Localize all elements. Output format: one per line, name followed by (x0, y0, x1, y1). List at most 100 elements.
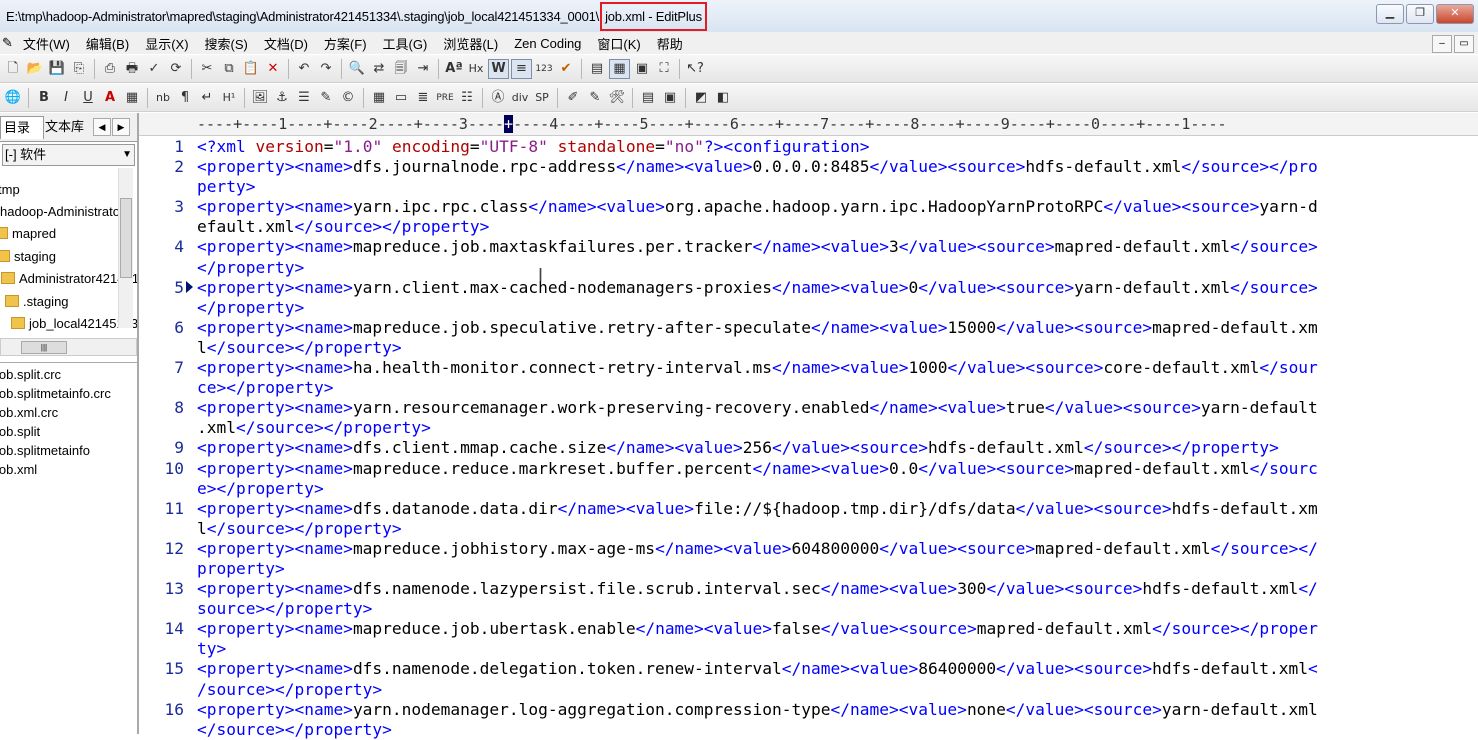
tab-scroll-left-icon[interactable]: ◀ (93, 118, 111, 136)
doc-restore-button[interactable]: ▭ (1454, 35, 1474, 53)
save-icon[interactable]: 💾 (47, 59, 67, 79)
code-line[interactable]: l</source></property> (139, 519, 1478, 539)
code-line[interactable]: 13 <property><name>dfs.namenode.lazypersi… (139, 579, 1478, 599)
menu-item[interactable]: 搜索(S) (197, 34, 256, 53)
table-icon[interactable]: ▦ (369, 88, 389, 108)
menu-item[interactable]: 帮助 (649, 34, 691, 53)
tree-horizontal-scrollbar[interactable]: ||| (0, 338, 137, 356)
cliptext-window-icon[interactable]: ▦ (609, 58, 630, 79)
close-button[interactable]: ✕ (1436, 4, 1474, 24)
center-icon[interactable]: ≣ (413, 88, 433, 108)
code-line[interactable]: ce></property> (139, 378, 1478, 398)
editor-pane[interactable]: ----+----1----+----2----+----3----+----4… (139, 113, 1478, 739)
color-grid-icon[interactable]: ▦ (122, 88, 142, 108)
tab-directory[interactable]: 目录 (0, 116, 44, 139)
word-wrap-icon[interactable]: W (488, 58, 509, 79)
file-item[interactable]: job.split (0, 422, 137, 441)
code-line[interactable]: 4 <property><name>mapreduce.job.maxtaskfa… (139, 237, 1478, 257)
cut-icon[interactable]: ✂ (197, 59, 217, 79)
div-icon[interactable]: div (510, 88, 530, 108)
code-line[interactable]: 8 <property><name>yarn.resourcemanager.wo… (139, 398, 1478, 418)
tab-cliptext[interactable]: 文本库 (42, 116, 96, 138)
copy-icon[interactable]: ⧉ (219, 59, 239, 79)
code-line[interactable]: efault.xml</source></property> (139, 217, 1478, 237)
paragraph-icon[interactable]: ¶ (175, 88, 195, 108)
copyright-icon[interactable]: © (338, 88, 358, 108)
menu-item[interactable]: 方案(F) (316, 34, 375, 53)
code-line[interactable]: l</source></property> (139, 338, 1478, 358)
edit-tag-icon[interactable]: ✐ (563, 88, 583, 108)
file-item[interactable]: job.xml (0, 460, 137, 479)
paste-icon[interactable]: 📋 (241, 59, 261, 79)
menu-doc-icon[interactable]: ✎ (0, 35, 15, 51)
code-line[interactable]: 1 <?xml version="1.0" encoding="UTF-8" st… (139, 137, 1478, 157)
code-line[interactable]: .xml</source></property> (139, 418, 1478, 438)
code-line[interactable]: ty> (139, 639, 1478, 659)
doc-minimize-button[interactable]: – (1432, 35, 1452, 53)
color-picker-icon[interactable]: ◩ (691, 88, 711, 108)
code-area[interactable]: 1 <?xml version="1.0" encoding="UTF-8" st… (139, 137, 1478, 740)
new-file-icon[interactable]: 🗋 (3, 59, 23, 79)
tree-item-tmp[interactable]: tmp (0, 180, 20, 200)
underline-icon[interactable]: U (78, 88, 98, 108)
nbsp-icon[interactable]: nb (153, 88, 173, 108)
image-icon[interactable]: 🖼 (250, 88, 270, 108)
frame-icon[interactable]: ▤ (638, 88, 658, 108)
directory-window-icon[interactable]: ▤ (587, 59, 607, 79)
goto-line-icon[interactable]: ⇥ (413, 59, 433, 79)
code-line[interactable]: 3 <property><name>yarn.ipc.rpc.class</nam… (139, 197, 1478, 217)
help-pointer-icon[interactable]: ↖? (685, 59, 705, 79)
drive-selector[interactable]: [-] 软件 ▼ (2, 144, 135, 166)
text-box-icon[interactable]: Ⓐ (488, 88, 508, 108)
ruler-icon[interactable]: ≡ (511, 58, 532, 79)
print-icon[interactable]: 🖶 (122, 59, 142, 79)
browser-icon[interactable]: 🌐 (3, 88, 23, 108)
spellcheck-icon[interactable]: ✓ (144, 59, 164, 79)
save-all-icon[interactable]: ⎘ (69, 59, 89, 79)
tools-icon[interactable]: 🛠 (607, 88, 627, 108)
hr-icon[interactable]: ☰ (294, 88, 314, 108)
font-color-icon[interactable]: A (100, 88, 120, 108)
menu-item[interactable]: 窗口(K) (589, 34, 648, 53)
menu-item[interactable]: 显示(X) (137, 34, 196, 53)
undo-icon[interactable]: ↶ (294, 59, 314, 79)
code-line[interactable]: </source></property> (139, 720, 1478, 740)
code-line[interactable]: 12 <property><name>mapreduce.jobhistory.m… (139, 539, 1478, 559)
code-line[interactable]: e></property> (139, 479, 1478, 499)
heading-icon[interactable]: H¹ (219, 88, 239, 108)
code-line[interactable]: 5 <property><name>yarn.client.max-cached-… (139, 278, 1478, 298)
code-line[interactable]: 6 <property><name>mapreduce.job.speculati… (139, 318, 1478, 338)
file-item[interactable]: job.xml.crc (0, 403, 137, 422)
highlight-icon[interactable]: ✎ (316, 88, 336, 108)
output-window-icon[interactable]: ▣ (632, 59, 652, 79)
bold-icon[interactable]: B (34, 88, 54, 108)
tree-item-staging[interactable]: staging (0, 247, 56, 267)
replace-icon[interactable]: ⇄ (369, 59, 389, 79)
code-line[interactable]: source></property> (139, 599, 1478, 619)
menu-item[interactable]: 工具(G) (375, 34, 436, 53)
minimize-button[interactable]: ▁ (1376, 4, 1404, 24)
code-line[interactable]: 10 <property><name>mapreduce.reduce.markr… (139, 459, 1478, 479)
menu-item[interactable]: 浏览器(L) (435, 34, 506, 53)
tree-item-hadoop[interactable]: hadoop-Administrator (0, 202, 124, 222)
line-number-icon[interactable]: 123 (534, 59, 554, 79)
menu-item[interactable]: Zen Coding (506, 36, 589, 51)
tree-item-dot-staging[interactable]: .staging (5, 292, 69, 312)
print-preview-icon[interactable]: ⎙ (100, 59, 120, 79)
anchor-icon[interactable]: ⚓ (272, 88, 292, 108)
code-line[interactable]: property> (139, 559, 1478, 579)
code-icon[interactable]: ✎ (585, 88, 605, 108)
code-line[interactable]: 2 <property><name>dfs.journalnode.rpc-add… (139, 157, 1478, 177)
redo-icon[interactable]: ↷ (316, 59, 336, 79)
file-item[interactable]: job.splitmetainfo.crc (0, 384, 137, 403)
template-icon[interactable]: ◧ (713, 88, 733, 108)
check-icon[interactable]: ✔ (556, 59, 576, 79)
span-icon[interactable]: SP (532, 88, 552, 108)
code-line[interactable]: perty> (139, 177, 1478, 197)
code-line[interactable]: 7 <property><name>ha.health-monitor.conne… (139, 358, 1478, 378)
list-icon[interactable]: ☷ (457, 88, 477, 108)
sync-icon[interactable]: ⟳ (166, 59, 186, 79)
code-line[interactable]: 11 <property><name>dfs.datanode.data.dir<… (139, 499, 1478, 519)
find-icon[interactable]: 🔍 (347, 59, 367, 79)
code-line[interactable]: 14 <property><name>mapreduce.job.ubertask… (139, 619, 1478, 639)
